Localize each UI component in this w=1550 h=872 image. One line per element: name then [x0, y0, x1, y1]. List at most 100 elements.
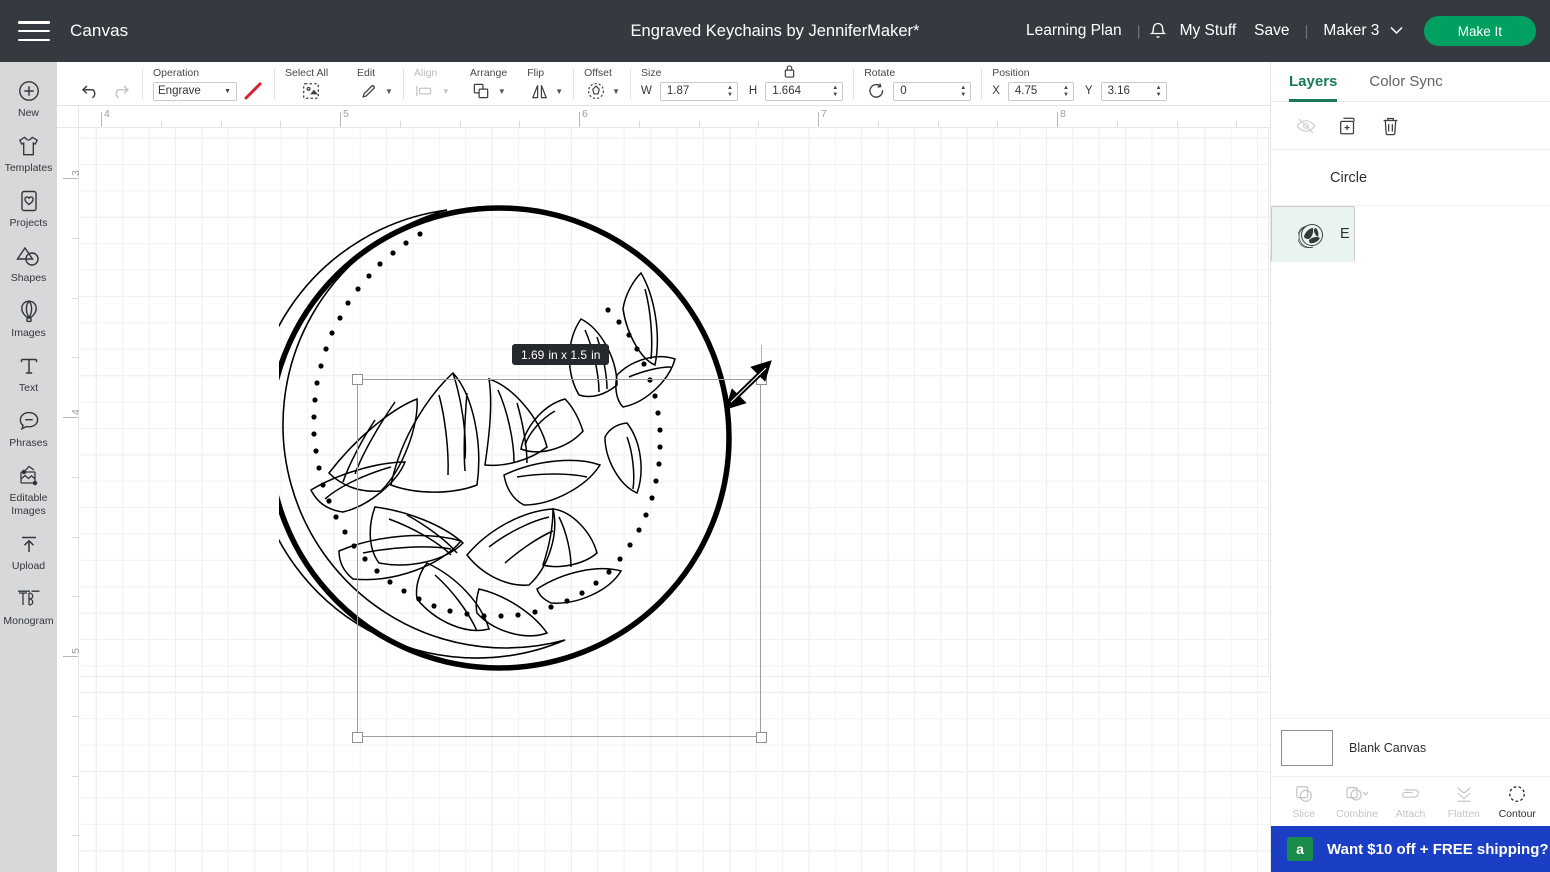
rail-item-shapes[interactable]: Shapes	[0, 235, 57, 290]
selection-handle-top-left[interactable]	[351, 373, 363, 385]
y-stepper[interactable]: ▲ ▼	[1156, 85, 1164, 98]
flatten-label: Flatten	[1447, 808, 1480, 820]
edit-label: Edit	[357, 67, 376, 79]
canvas-color-swatch[interactable]	[1281, 729, 1333, 766]
selection-unit: in	[591, 347, 601, 362]
visibility-off-icon[interactable]	[1293, 113, 1319, 139]
cutting-mat[interactable]: 1.69 in x 1.5 in	[79, 128, 1270, 872]
position-label: Position	[992, 67, 1030, 79]
layer-row-circle[interactable]: Circle	[1271, 150, 1550, 206]
diagonal-resize-cursor-icon	[719, 356, 779, 414]
rail-item-text[interactable]: Text	[0, 345, 57, 400]
canvas-background-row[interactable]: Blank Canvas	[1271, 718, 1550, 776]
rail-label: Shapes	[10, 272, 47, 285]
ruler-h-tick: 7	[821, 108, 827, 120]
layer-row-engraved-keychains[interactable]: Engraved-keychains-moon-fl...	[1271, 206, 1355, 262]
attach-label: Attach	[1395, 808, 1426, 820]
chevron-down-icon[interactable]: ▼	[555, 87, 563, 96]
operation-group: Operation Engrave ▼	[143, 62, 274, 106]
mat-edge-right	[1268, 128, 1269, 677]
width-input[interactable]: 1.87 ▲ ▼	[659, 81, 738, 101]
bell-icon[interactable]	[1147, 20, 1169, 42]
arrange-group: Arrange ▼	[460, 62, 517, 106]
ruler-h-tick: 4	[104, 108, 110, 120]
x-input[interactable]: 4.75 ▲ ▼	[1007, 81, 1074, 101]
contour-label: Contour	[1498, 808, 1536, 820]
chevron-down-icon[interactable]: ▼	[498, 87, 506, 96]
slice-icon	[1294, 783, 1314, 805]
flip-label: Flip	[527, 67, 545, 79]
align-group: Align ▼	[404, 62, 460, 106]
x-stepper[interactable]: ▲ ▼	[1063, 85, 1071, 98]
edit-group: Edit ▼	[347, 62, 403, 106]
redo-arrow-icon[interactable]	[108, 80, 132, 102]
selection-bounding-box[interactable]	[357, 379, 761, 737]
attach-icon	[1399, 783, 1421, 805]
rail-item-upload[interactable]: Upload	[0, 523, 57, 578]
flatten-button: Flatten	[1440, 783, 1488, 820]
rail-item-projects[interactable]: Projects	[0, 180, 57, 235]
rail-item-images[interactable]: Images	[0, 290, 57, 345]
selection-handle-bottom-right[interactable]	[755, 731, 767, 743]
upload-arrow-icon	[16, 531, 42, 557]
design-space-window: Canvas Engraved Keychains by JenniferMak…	[0, 0, 1550, 872]
ruler-corner	[57, 106, 79, 128]
operation-color-swatch[interactable]	[242, 81, 264, 101]
flip-icon[interactable]	[527, 80, 551, 102]
slice-button: Slice	[1280, 783, 1328, 820]
height-stepper[interactable]: ▲ ▼	[832, 85, 840, 98]
offset-icon[interactable]	[584, 80, 608, 102]
height-input[interactable]: 1.664 ▲ ▼	[765, 81, 844, 101]
machine-selector[interactable]: Maker 3	[1314, 22, 1411, 40]
chevron-down-icon[interactable]: ▼	[612, 87, 620, 96]
select-all-icon[interactable]	[299, 80, 323, 102]
rotate-icon[interactable]	[864, 80, 888, 102]
rail-label: Projects	[9, 217, 48, 230]
canvas-label[interactable]: Canvas	[70, 21, 128, 41]
rail-item-editable-images[interactable]: Editable Images	[0, 455, 57, 522]
width-stepper[interactable]: ▲ ▼	[727, 85, 735, 98]
rail-item-monogram[interactable]: Monogram	[0, 578, 57, 633]
top-divider-2: |	[1304, 22, 1309, 40]
rotate-input[interactable]: 0 ▲ ▼	[893, 81, 972, 101]
rail-label: Editable Images	[9, 492, 48, 517]
duplicate-icon[interactable]	[1335, 113, 1361, 139]
history-group	[69, 62, 142, 106]
operation-label: Operation	[153, 67, 200, 79]
layer-operations-row: Slice Combine Attach Flatten Contour	[1271, 776, 1550, 826]
layer-tools	[1271, 102, 1550, 150]
arrange-icon[interactable]	[470, 80, 494, 102]
width-label: W	[641, 85, 652, 97]
undo-arrow-icon[interactable]	[79, 80, 103, 102]
hamburger-menu-icon[interactable]	[18, 19, 50, 43]
right-panel: Layers Color Sync Circle E Blank Canvas …	[1270, 62, 1550, 872]
y-input[interactable]: 3.16 ▲ ▼	[1100, 81, 1167, 101]
ruler-h-tick: 8	[1060, 108, 1066, 120]
my-stuff-link[interactable]: My Stuff	[1171, 22, 1246, 40]
contour-button[interactable]: Contour	[1493, 783, 1541, 820]
edit-toolbar: Operation Engrave ▼ Select All Edit ▼ Al…	[57, 62, 1270, 106]
tab-layers[interactable]: Layers	[1289, 62, 1337, 102]
learning-plan-link[interactable]: Learning Plan	[1017, 22, 1131, 40]
selection-handle-bottom-left[interactable]	[351, 731, 363, 743]
trash-icon[interactable]	[1377, 113, 1403, 139]
pencil-icon[interactable]	[357, 80, 381, 102]
ruler-v-tick: 5	[70, 648, 82, 654]
plus-circle-icon	[16, 78, 42, 104]
tab-color-sync[interactable]: Color Sync	[1369, 62, 1442, 102]
promo-banner[interactable]: a Want $10 off + FREE shipping?	[1271, 826, 1550, 872]
canvas-area[interactable]: 1.69 in x 1.5 in 4 5 6 7 8 3 4 5	[57, 106, 1270, 872]
top-bar-right-actions: Learning Plan | My Stuff Save | Maker 3 …	[1017, 0, 1536, 62]
rotate-stepper[interactable]: ▲ ▼	[960, 85, 968, 98]
operation-select[interactable]: Engrave ▼	[153, 81, 237, 101]
rail-item-new[interactable]: New	[0, 70, 57, 125]
make-it-button[interactable]: Make It	[1423, 16, 1536, 46]
select-all-label: Select All	[285, 67, 329, 79]
rail-item-templates[interactable]: Templates	[0, 125, 57, 180]
save-button[interactable]: Save	[1245, 22, 1298, 40]
chevron-down-icon	[1390, 22, 1403, 40]
rail-item-phrases[interactable]: Phrases	[0, 400, 57, 455]
lock-icon[interactable]	[783, 64, 796, 84]
rotate-label: Rotate	[864, 67, 896, 79]
chevron-down-icon[interactable]: ▼	[385, 87, 393, 96]
